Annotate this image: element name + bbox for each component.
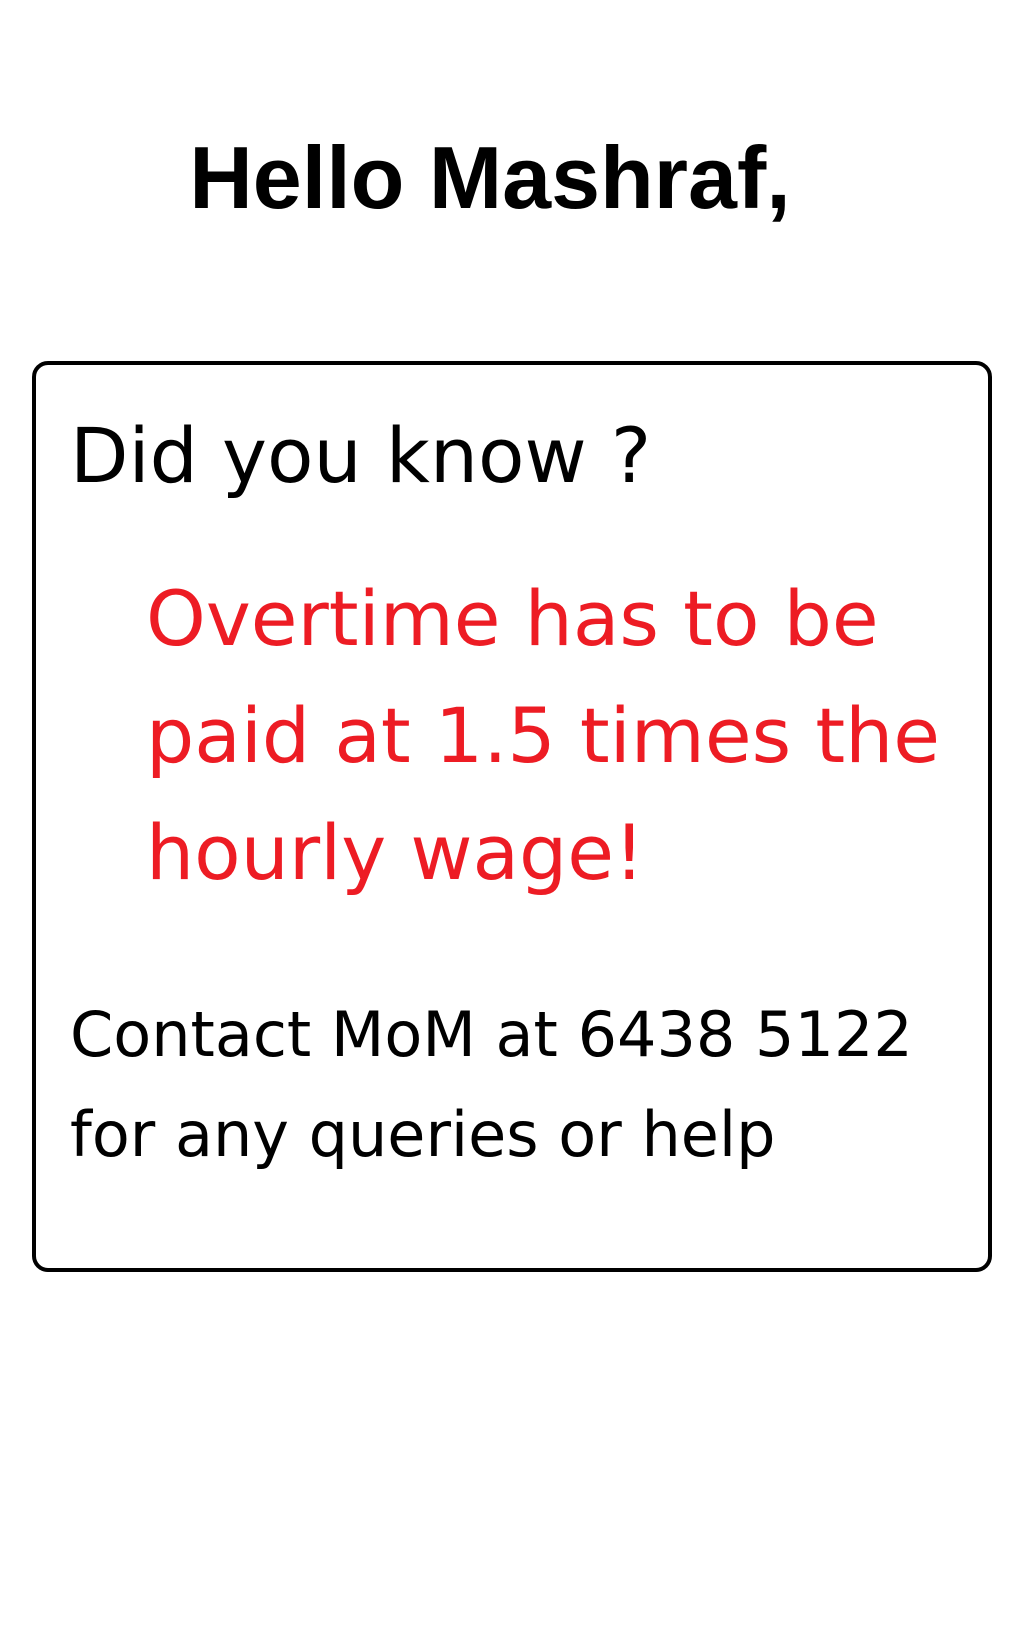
contact-line: Contact MoM at 6438 5122 xyxy=(70,998,913,1071)
contact-line: for any queries or help xyxy=(70,1098,776,1171)
fact-line: Overtime has to be xyxy=(146,574,879,663)
fact-line: hourly wage! xyxy=(146,808,645,897)
greeting-title: Hello Mashraf, xyxy=(189,128,791,227)
overtime-fact: Overtime has to be paid at 1.5 times the… xyxy=(146,560,946,911)
card-heading: Did you know ? xyxy=(70,411,652,500)
contact-info: Contact MoM at 6438 5122 for any queries… xyxy=(70,985,970,1185)
info-card: Did you know ? Overtime has to be paid a… xyxy=(32,361,992,1272)
fact-line: paid at 1.5 times the xyxy=(146,691,941,780)
